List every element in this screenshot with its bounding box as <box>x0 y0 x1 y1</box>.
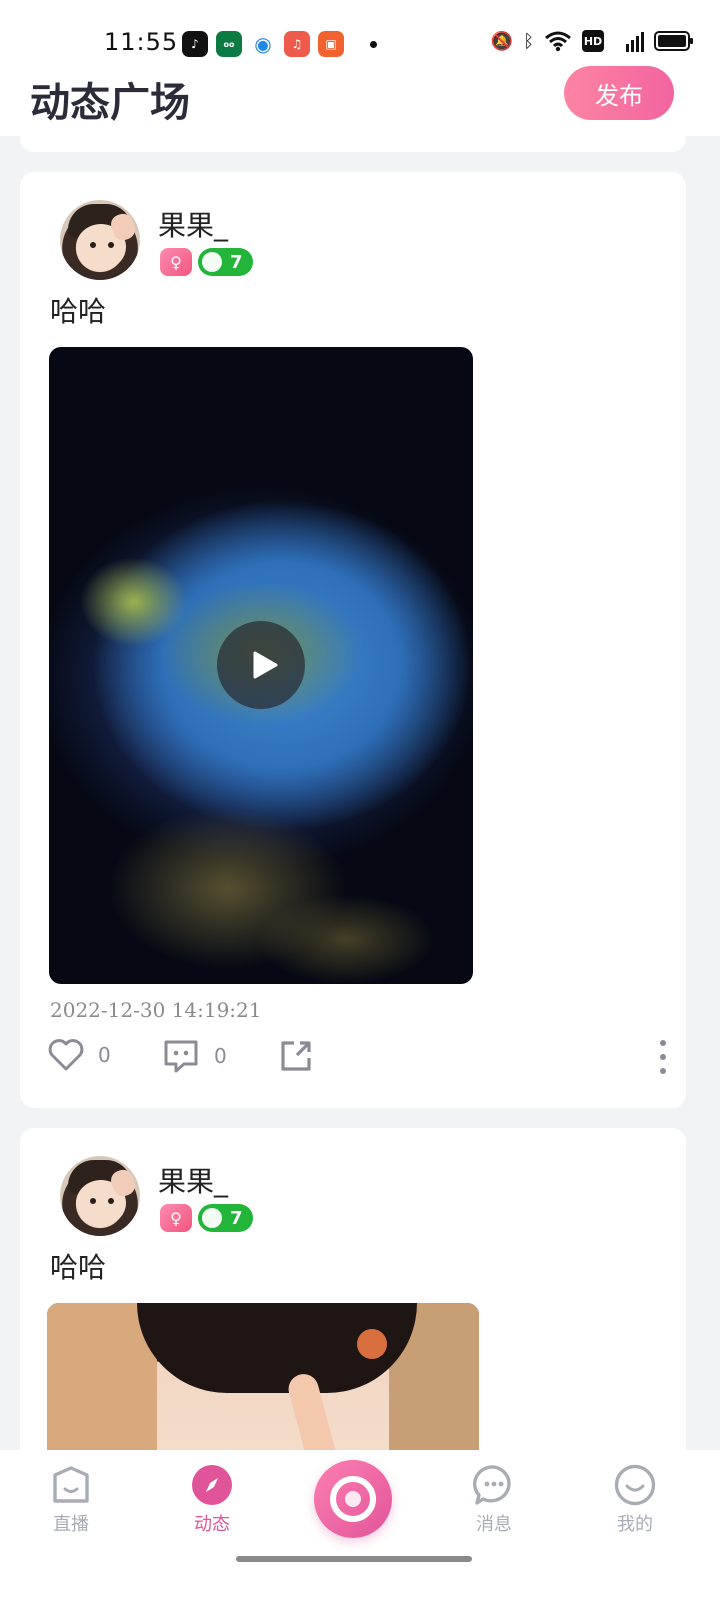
user-badges: ♀ 7 <box>160 248 253 276</box>
nav-item-feed[interactable]: 动态 <box>162 1464 262 1536</box>
play-icon[interactable] <box>217 621 305 709</box>
like-button[interactable]: 0 <box>48 1038 111 1072</box>
nav-item-messages[interactable]: 消息 <box>444 1464 544 1536</box>
music-icon: ♫ <box>284 31 310 57</box>
like-count: 0 <box>98 1043 111 1067</box>
camera-icon[interactable] <box>314 1460 392 1538</box>
smile-icon <box>613 1464 657 1506</box>
post-actions: 0 0 <box>48 1038 668 1082</box>
compass-icon <box>190 1464 234 1506</box>
post-card[interactable]: 果果_ ♀ 7 哈哈 <box>20 1128 686 1468</box>
share-icon <box>281 1041 311 1071</box>
gem-icon <box>202 1208 222 1228</box>
female-gender-icon: ♀ <box>160 1204 192 1232</box>
username[interactable]: 果果_ <box>158 1160 228 1200</box>
share-button[interactable] <box>278 1038 314 1074</box>
post-video[interactable] <box>49 347 473 984</box>
avatar[interactable] <box>60 1156 140 1236</box>
mute-icon: 🔕 <box>490 30 514 52</box>
app-header: 动态广场 发布 <box>0 62 720 136</box>
more-notifications-dot <box>370 40 377 48</box>
nav-item-me[interactable]: 我的 <box>585 1464 685 1536</box>
chat-icon <box>472 1464 516 1506</box>
home-indicator[interactable] <box>236 1556 472 1562</box>
tiktok-icon: ♪ <box>182 31 208 57</box>
post-card[interactable]: 果果_ ♀ 7 哈哈 2022-12-30 14:19:21 0 0 <box>20 172 686 1108</box>
battery-icon <box>654 31 693 51</box>
heart-icon <box>48 1039 84 1071</box>
notification-icons: ♪ oo ◉ ♫ ▣ <box>182 31 377 57</box>
avatar[interactable] <box>60 200 140 280</box>
user-badges: ♀ 7 <box>160 1204 253 1232</box>
comment-count: 0 <box>214 1044 227 1068</box>
bluetooth-icon: ᛒ <box>523 30 534 52</box>
post-timestamp: 2022-12-30 14:19:21 <box>50 998 262 1022</box>
nav-label: 我的 <box>617 1514 653 1535</box>
gem-icon <box>202 252 222 272</box>
username[interactable]: 果果_ <box>158 204 228 244</box>
more-options-icon[interactable] <box>658 1038 668 1076</box>
post-text: 哈哈 <box>50 295 107 328</box>
comment-icon <box>164 1040 198 1073</box>
comment-button[interactable]: 0 <box>162 1038 227 1074</box>
level-value: 7 <box>230 251 243 273</box>
home-tv-icon <box>49 1464 93 1506</box>
previous-post-card <box>20 136 686 152</box>
nav-label: 直播 <box>53 1514 89 1535</box>
nav-item-live[interactable]: 直播 <box>21 1464 121 1536</box>
status-time: 11:55 <box>104 28 179 56</box>
publish-button[interactable]: 发布 <box>564 66 674 120</box>
hd-icon: HD <box>582 30 604 52</box>
post-text: 哈哈 <box>50 1251 107 1284</box>
female-gender-icon: ♀ <box>160 248 192 276</box>
oppo-icon: oo <box>216 31 242 57</box>
page-title: 动态广场 <box>30 80 190 126</box>
video-icon: ▣ <box>318 31 344 57</box>
signal-icon <box>614 30 644 52</box>
wifi-icon <box>544 30 572 52</box>
post-photo[interactable] <box>47 1303 479 1468</box>
system-icons: 🔕 ᛒ HD <box>490 30 693 52</box>
level-badge: 7 <box>198 248 253 276</box>
nav-label: 动态 <box>194 1514 230 1535</box>
nav-label: 消息 <box>476 1514 512 1535</box>
level-value: 7 <box>230 1207 243 1229</box>
level-badge: 7 <box>198 1204 253 1232</box>
bottom-nav: 直播 动态 消息 我的 <box>0 1450 720 1600</box>
browser-icon: ◉ <box>250 31 276 57</box>
